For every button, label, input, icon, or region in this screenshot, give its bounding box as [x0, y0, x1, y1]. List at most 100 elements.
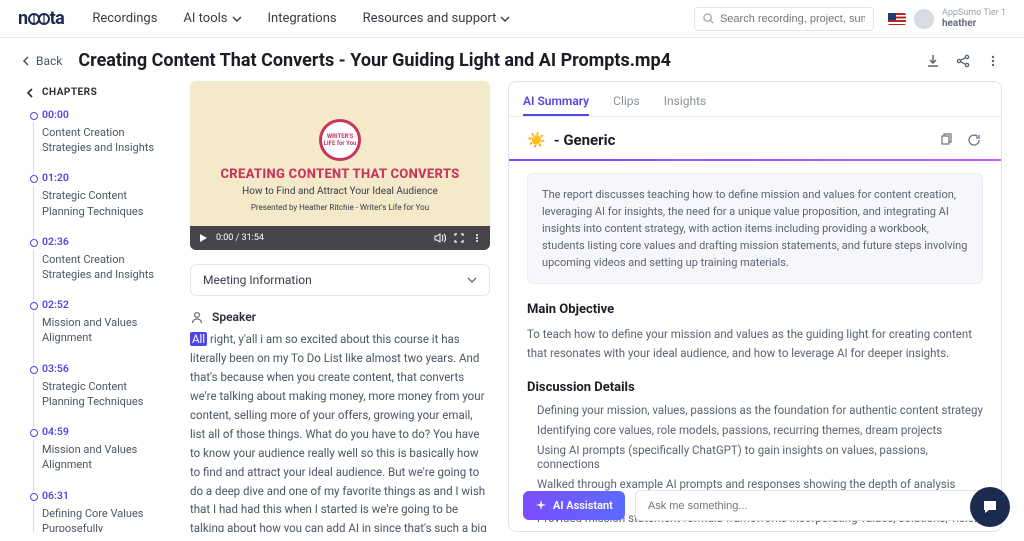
tab-clips[interactable]: Clips: [613, 88, 640, 116]
video-headline: CREATING CONTENT THAT CONVERTS: [220, 167, 459, 182]
discussion-item: Defining your mission, values, passions …: [537, 403, 983, 417]
brand-logo[interactable]: nta: [18, 8, 64, 29]
discussion-heading: Discussion Details: [527, 380, 983, 395]
top-bar: nta Recordings AI tools Integrations Res…: [0, 0, 1024, 38]
ai-input-wrapper[interactable]: [635, 490, 987, 521]
objective-text: To teach how to define your mission and …: [527, 325, 983, 362]
chevron-down-icon: [232, 14, 242, 24]
transcript-body: right, y'all i am so excited about this …: [190, 332, 487, 532]
chapter-title: Content Creation Strategies and Insights: [42, 252, 172, 283]
video-player[interactable]: WRITER'S LIFE for You CREATING CONTENT T…: [190, 81, 490, 250]
transcript[interactable]: All right, y'all i am so excited about t…: [190, 330, 490, 532]
page-title: Creating Content That Converts - Your Gu…: [78, 50, 671, 71]
accent-divider: [509, 159, 1001, 161]
nav-resources[interactable]: Resources and support: [363, 11, 511, 26]
speaker-icon: [190, 310, 204, 324]
copy-button[interactable]: [937, 131, 955, 149]
chapters-label: CHAPTERS: [42, 87, 97, 98]
nav-integrations[interactable]: Integrations: [268, 11, 337, 26]
share-icon: [956, 54, 970, 68]
chapter-time: 00:00: [42, 108, 172, 123]
chevron-down-icon: [467, 275, 477, 285]
chapter-item[interactable]: 02:36 Content Creation Strategies and Ins…: [22, 235, 172, 298]
ai-assistant-bar: AI Assistant: [523, 490, 987, 521]
chapter-item[interactable]: 04:59Mission and Values Alignment: [22, 425, 172, 488]
nav-integrations-label: Integrations: [268, 11, 337, 26]
nav-recordings[interactable]: Recordings: [92, 11, 157, 26]
media-panel: WRITER'S LIFE for You CREATING CONTENT T…: [190, 81, 490, 532]
global-search[interactable]: [694, 7, 874, 31]
more-vertical-icon: [986, 54, 1000, 68]
tab-ai-summary[interactable]: AI Summary: [523, 88, 589, 116]
sparkle-icon: [535, 500, 547, 512]
download-button[interactable]: [924, 52, 942, 70]
speaker-row: Speaker: [190, 310, 490, 324]
report-actions: [937, 131, 983, 149]
summary-box: The report discusses teaching how to def…: [527, 173, 983, 284]
fullscreen-icon[interactable]: [454, 233, 464, 243]
chapters-panel: CHAPTERS 00:00 Content Creation Strategie…: [22, 81, 172, 532]
video-subhead: How to Find and Attract Your Ideal Audie…: [242, 186, 438, 197]
objective-heading: Main Objective: [527, 302, 983, 317]
flag-us-icon: [888, 13, 906, 25]
search-icon: [703, 13, 714, 24]
nav-ai-tools[interactable]: AI tools: [183, 11, 241, 26]
chapter-item[interactable]: 01:20Strategic Content Planning Techniqu…: [22, 171, 172, 234]
video-controls[interactable]: 0:00 / 31:54: [190, 226, 490, 250]
chapter-item[interactable]: 03:56 Strategic Content Planning Techniqu…: [22, 362, 172, 425]
back-button[interactable]: Back: [22, 54, 62, 68]
meeting-info-label: Meeting Information: [203, 273, 312, 287]
ai-assistant-button[interactable]: AI Assistant: [523, 491, 625, 520]
share-button[interactable]: [954, 52, 972, 70]
more-button[interactable]: [984, 52, 1002, 70]
play-icon[interactable]: [198, 233, 208, 243]
nav-resources-label: Resources and support: [363, 11, 497, 26]
chapter-time: 06:31: [42, 489, 172, 504]
main-nav: Recordings AI tools Integrations Resourc…: [92, 11, 510, 26]
meeting-info-toggle[interactable]: Meeting Information: [190, 264, 490, 296]
discussion-item: Using AI prompts (specifically ChatGPT) …: [537, 443, 983, 471]
refresh-icon: [967, 133, 981, 147]
page-header: Back Creating Content That Converts - Yo…: [0, 38, 1024, 81]
user-menu[interactable]: AppSumo Tier 1 heather: [888, 8, 1006, 29]
search-input[interactable]: [720, 13, 865, 25]
chapter-time: 02:52: [42, 298, 172, 313]
speaker-label: Speaker: [212, 310, 256, 324]
ai-assistant-label: AI Assistant: [553, 499, 613, 512]
chapter-time: 03:56: [42, 362, 172, 377]
ai-input[interactable]: [648, 500, 974, 512]
discussion-item: Identifying core values, role models, pa…: [537, 423, 983, 437]
refresh-button[interactable]: [965, 131, 983, 149]
nav-recordings-label: Recordings: [92, 11, 157, 26]
chapter-item[interactable]: 02:52Mission and Values Alignment: [22, 298, 172, 361]
copy-icon: [939, 133, 953, 147]
chapter-title: Defining Core Values Purposefully: [42, 506, 172, 533]
back-label: Back: [36, 54, 62, 68]
chevron-down-icon: [500, 14, 510, 24]
user-tier: AppSumo Tier 1: [942, 8, 1006, 18]
video-time: 0:00 / 31:54: [216, 233, 264, 243]
user-name: heather: [942, 18, 1006, 29]
chevron-left-icon: [26, 88, 36, 98]
video-credit: Presented by Heather Ritchie - Writer's …: [251, 203, 429, 212]
transcript-highlight: All: [190, 332, 207, 346]
chapters-header[interactable]: CHAPTERS: [26, 87, 172, 98]
chapter-title: Content Creation Strategies and Insights: [42, 125, 172, 156]
chapter-time: 04:59: [42, 425, 172, 440]
chapter-time: 01:20: [42, 171, 172, 186]
panel-tabs: AI Summary Clips Insights: [509, 82, 1001, 117]
chevron-left-icon: [22, 56, 32, 66]
chapter-time: 02:36: [42, 235, 172, 250]
chapter-item[interactable]: 00:00 Content Creation Strategies and Ins…: [22, 108, 172, 171]
video-brand-badge: WRITER'S LIFE for You: [319, 119, 361, 161]
header-actions: [924, 52, 1002, 70]
avatar: [914, 9, 934, 29]
volume-icon[interactable]: [434, 233, 446, 243]
chapter-item[interactable]: 06:31 Defining Core Values Purposefully: [22, 489, 172, 532]
tab-insights[interactable]: Insights: [664, 88, 706, 116]
chapter-title: Strategic Content Planning Techniques: [42, 379, 172, 410]
chat-widget-button[interactable]: [970, 487, 1010, 527]
more-vertical-icon[interactable]: [472, 233, 482, 243]
report-header: ☀️ - Generic: [527, 131, 983, 149]
report-title: - Generic: [554, 131, 616, 149]
